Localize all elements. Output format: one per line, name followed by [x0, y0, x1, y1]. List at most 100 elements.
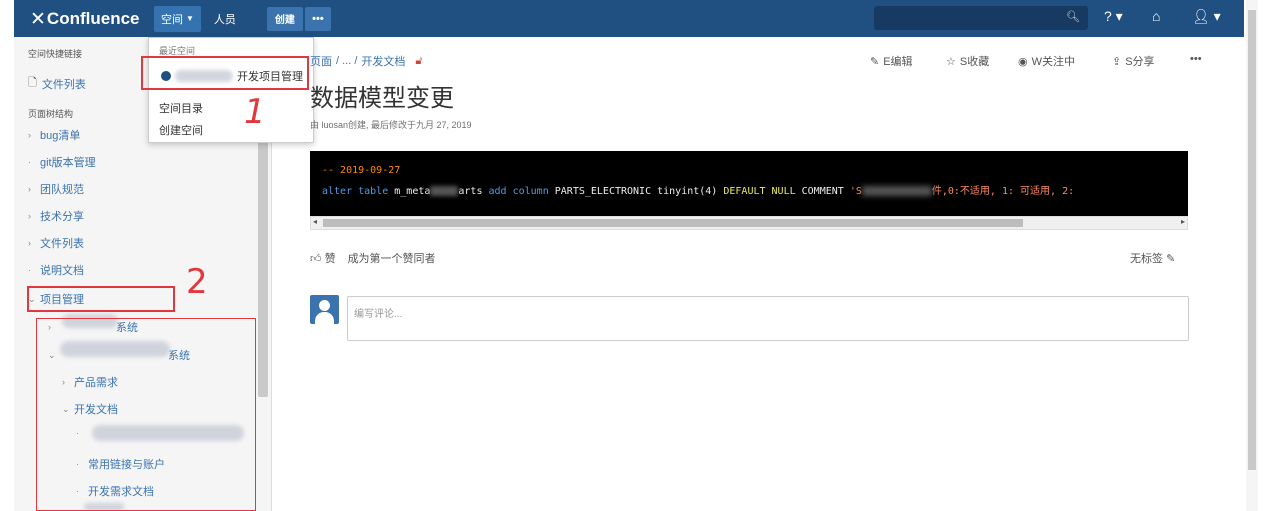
code-string-b: 件,0:不适用, 1: 可适用, 2: — [931, 186, 1075, 197]
create-button[interactable]: 创建 — [266, 6, 303, 31]
thumbs-up-icon: 👍︎ — [310, 253, 322, 265]
chevron-right-icon: › — [28, 184, 31, 194]
bullet-icon: · — [28, 265, 31, 275]
share-button[interactable]: ⇪ S分享 — [1112, 53, 1155, 69]
create-label: 创建 — [274, 15, 295, 26]
more-label: ••• — [312, 12, 324, 25]
tree-label: bug清单 — [40, 130, 81, 142]
page-title: 数据模型变更 — [310, 85, 454, 112]
star-icon: ☆ — [946, 55, 956, 68]
code-horizontal-scrollbar[interactable]: ◂ ▸ — [310, 216, 1188, 230]
spaces-label: 空间 — [161, 13, 183, 26]
people-link[interactable]: 人员 — [207, 6, 243, 32]
dropdown-item-create-space[interactable]: 创建空间 — [159, 122, 203, 138]
tree-label: git版本管理 — [40, 157, 96, 169]
user-avatar-icon[interactable]: 👤︎ ▾ — [1192, 8, 1221, 25]
code-keyword: add column — [488, 186, 549, 197]
like-button[interactable]: 👍︎ 赞 — [310, 250, 336, 266]
code-line: alter table m_meta arts add column PARTS_… — [322, 182, 1176, 197]
tree-item-team-rules[interactable]: › 团队规范 — [28, 181, 84, 197]
confluence-logo-icon: ✕ — [30, 7, 46, 30]
scrollbar-thumb[interactable] — [1248, 10, 1256, 470]
share-icon: ⇪ — [1112, 55, 1122, 68]
watch-label: W关注中 — [1031, 56, 1075, 68]
labels-area[interactable]: 无标签 ✎ — [1130, 250, 1175, 266]
tree-item-file-list[interactable]: › 文件列表 — [28, 235, 84, 251]
scroll-left-icon[interactable]: ◂ — [313, 217, 317, 226]
spaces-menu-button[interactable]: 空间 ▼ — [154, 5, 201, 32]
annotation-box-project-space — [141, 56, 309, 90]
breadcrumb-ellipsis[interactable]: / ... / — [336, 55, 357, 67]
chevron-right-icon: › — [28, 238, 31, 248]
blurred-text — [861, 186, 932, 196]
scroll-right-icon[interactable]: ▸ — [1181, 217, 1185, 226]
edit-button[interactable]: ✎ E编辑 — [870, 53, 913, 69]
dropdown-item-space-directory[interactable]: 空间目录 — [159, 100, 203, 116]
page-vertical-scrollbar[interactable] — [1246, 0, 1258, 511]
code-comment-kw: COMMENT — [801, 186, 844, 197]
comment-input[interactable]: 编写评论... — [347, 296, 1189, 341]
tree-item-bug[interactable]: › bug清单 — [28, 127, 80, 143]
code-default: DEFAULT NULL — [723, 186, 796, 197]
tree-label: 说明文档 — [40, 265, 84, 277]
share-label: S分享 — [1125, 56, 1155, 68]
tree-label: 技术分享 — [40, 211, 84, 223]
shortcuts-heading: 空间快捷链接 — [28, 49, 83, 59]
breadcrumb-home[interactable]: 页面 — [310, 53, 332, 69]
more-actions-label: ••• — [1190, 53, 1202, 65]
eye-icon: ◉ — [1018, 55, 1028, 68]
tree-item-docs[interactable]: · 说明文档 — [28, 262, 84, 278]
pencil-icon[interactable]: ✎ — [1166, 253, 1175, 265]
avatar-body — [315, 312, 334, 324]
annotation-number-two: 2 — [186, 262, 208, 302]
code-string-a: 'S — [849, 186, 862, 197]
scrollbar-thumb[interactable] — [323, 219, 1023, 227]
avatar-head — [319, 300, 330, 311]
no-labels-text: 无标签 — [1130, 253, 1163, 265]
tree-item-git[interactable]: · git版本管理 — [28, 154, 96, 170]
spaces-dropdown-menu: 最近空间 开发项目管理 空间目录 创建空间 — [148, 37, 314, 143]
tree-item-tech-share[interactable]: › 技术分享 — [28, 208, 84, 224]
breadcrumb: 页面 / ... / 开发文档 🔓︎ — [310, 53, 423, 69]
chevron-right-icon: › — [28, 211, 31, 221]
code-table-b: arts — [458, 186, 483, 197]
breadcrumb-parent[interactable]: 开发文档 — [361, 53, 405, 69]
pencil-icon: ✎ — [870, 55, 880, 68]
annotation-number-one: 1 — [244, 92, 266, 132]
like-row: 👍︎ 赞 成为第一个赞同者 — [310, 250, 436, 266]
people-label: 人员 — [213, 13, 236, 26]
bullet-icon: · — [28, 157, 31, 167]
chevron-right-icon: › — [28, 130, 31, 140]
file-list-label: 文件列表 — [41, 78, 86, 91]
user-avatar — [310, 295, 339, 324]
notifications-icon[interactable]: ⌂ — [1152, 8, 1160, 24]
code-table-a: m_meta — [394, 186, 431, 197]
more-create-button[interactable]: ••• — [304, 6, 331, 31]
search-icon: 🔍︎ — [1066, 11, 1080, 23]
like-label: 赞 — [324, 253, 336, 265]
blurred-text — [430, 186, 459, 196]
like-prompt: 成为第一个赞同者 — [347, 253, 436, 265]
file-icon: 🗋 — [28, 77, 37, 89]
file-list-link[interactable]: 🗋 文件列表 — [28, 74, 86, 93]
annotation-box-project-management — [27, 286, 175, 312]
logo-text: Confluence — [46, 8, 140, 28]
annotation-box-subtree — [36, 318, 256, 511]
favourite-label: S收藏 — [959, 56, 990, 68]
code-keyword: alter table — [322, 186, 389, 197]
edit-label: E编辑 — [883, 56, 913, 68]
code-column: PARTS_ELECTRONIC tinyint(4) — [554, 186, 718, 197]
page-tree-heading: 页面树结构 — [28, 109, 74, 119]
more-actions-button[interactable]: ••• — [1190, 53, 1202, 65]
watch-button[interactable]: ◉ W关注中 — [1018, 53, 1075, 69]
favourite-button[interactable]: ☆ S收藏 — [946, 53, 989, 69]
chevron-down-icon: ▼ — [186, 14, 194, 23]
tree-label: 文件列表 — [40, 238, 84, 250]
confluence-logo[interactable]: ✕ Confluence — [14, 8, 154, 30]
help-icon[interactable]: ? ▾ — [1104, 8, 1123, 25]
tree-label: 团队规范 — [40, 184, 84, 196]
code-block: -- 2019-09-27 alter table m_meta arts add… — [310, 151, 1188, 216]
lock-icon[interactable]: 🔓︎ — [415, 55, 422, 68]
page-byline: 由 luosan创建, 最后修改于九月 27, 2019 — [310, 120, 472, 130]
search-input[interactable]: 🔍︎ — [874, 6, 1088, 30]
